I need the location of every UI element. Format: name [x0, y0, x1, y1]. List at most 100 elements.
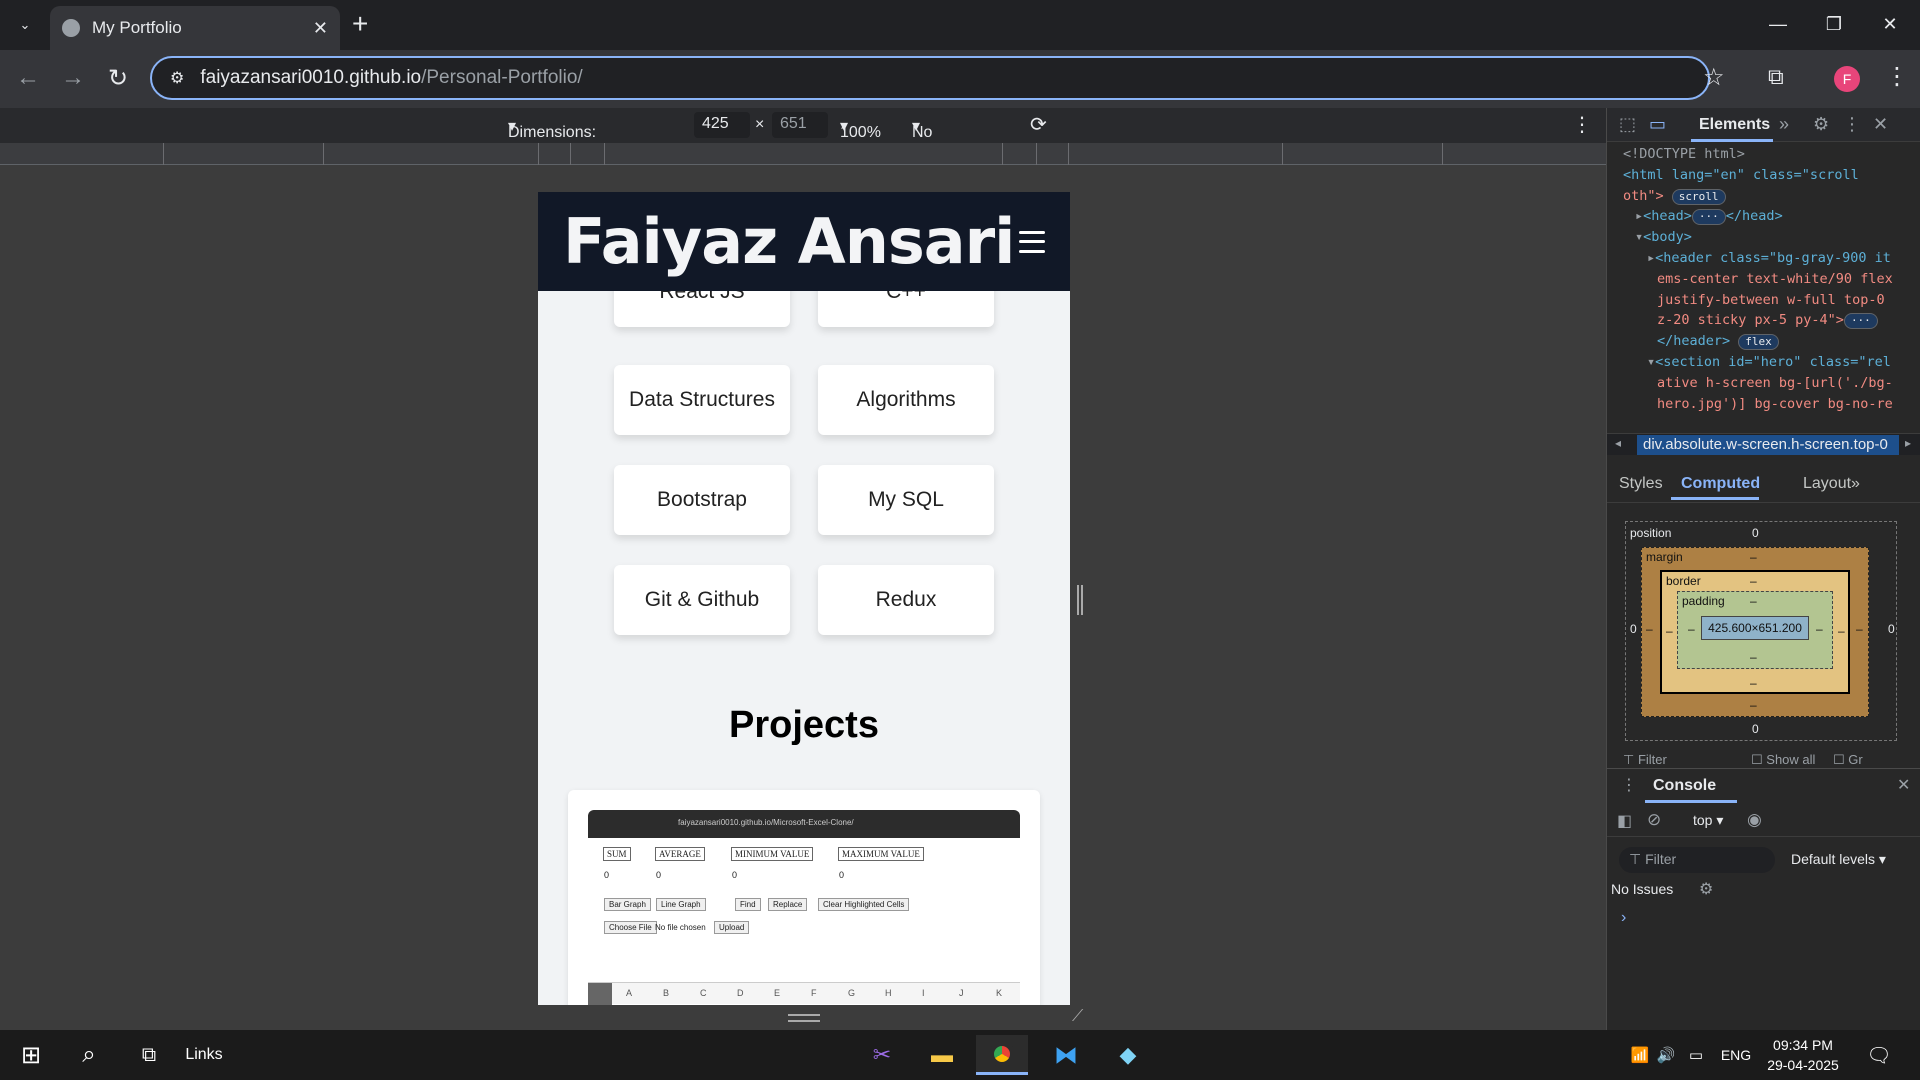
drawer-menu-icon[interactable]: ⋮	[1621, 775, 1637, 795]
live-expression-eye-icon[interactable]: ◉	[1747, 810, 1762, 830]
tab-elements[interactable]: Elements	[1699, 116, 1770, 134]
console-settings-gear-icon[interactable]: ⚙	[1699, 879, 1713, 899]
profile-avatar[interactable]: F	[1834, 66, 1860, 92]
browser-menu-icon[interactable]: ⋮	[1885, 62, 1909, 91]
flex-badge[interactable]: flex	[1738, 334, 1779, 351]
project-screenshot[interactable]: faiyazansari0010.github.io/Microsoft-Exc…	[588, 810, 1020, 1005]
context-dropdown[interactable]: top ▾	[1693, 812, 1723, 829]
clear-highlight-button: Clear Highlighted Cells	[818, 898, 910, 911]
dom-html-cont[interactable]: oth"> scroll	[1623, 186, 1920, 207]
network-icon[interactable]: 📶	[1628, 1040, 1652, 1070]
battery-icon[interactable]: ▭	[1684, 1040, 1708, 1070]
close-tab-icon[interactable]: ✕	[313, 18, 328, 39]
volume-icon[interactable]: 🔊	[1654, 1040, 1678, 1070]
settings-gear-icon[interactable]: ⚙	[1813, 114, 1829, 135]
tab-layout[interactable]: Layout	[1803, 475, 1851, 493]
close-drawer-icon[interactable]: ✕	[1897, 775, 1910, 795]
tab-search-button[interactable]: ⌄	[10, 12, 40, 38]
dom-section[interactable]: ▾<section id="hero" class="rel	[1623, 352, 1920, 373]
issues-count[interactable]: No Issues	[1611, 881, 1673, 897]
ellipsis-badge[interactable]: ···	[1843, 313, 1878, 330]
viewport-height-handle[interactable]	[788, 1014, 820, 1022]
column-label: K	[996, 988, 1003, 998]
console-filter-placeholder: Filter	[1645, 851, 1677, 867]
console-drawer: ⋮ Console ✕ ◧ ⊘ top ▾ ◉ ⊤ Filter Default…	[1607, 768, 1920, 1030]
content-size[interactable]: 425.600×651.200	[1701, 616, 1809, 640]
height-input[interactable]: 651	[772, 112, 828, 138]
project-card[interactable]: faiyazansari0010.github.io/Microsoft-Exc…	[568, 790, 1040, 1005]
vscode-icon[interactable]: ⧓	[1048, 1040, 1084, 1070]
dom-tree[interactable]: <!DOCTYPE html> <html lang="en" class="s…	[1607, 144, 1920, 434]
new-tab-button[interactable]: +	[352, 10, 368, 38]
crumb-right-icon[interactable]: ▸	[1905, 436, 1911, 450]
skill-card: Git & Github	[614, 565, 790, 635]
viewport-resize-handle[interactable]	[1077, 585, 1083, 615]
group-checkbox[interactable]: ☐ Gr	[1833, 752, 1863, 764]
crumb-left-icon[interactable]: ◂	[1615, 436, 1621, 450]
console-prompt[interactable]: ›	[1621, 909, 1626, 927]
throttling-dropdown[interactable]: No throttling ▾	[912, 116, 973, 159]
close-devtools-icon[interactable]: ✕	[1873, 114, 1888, 135]
more-subtabs-icon[interactable]: »	[1851, 475, 1860, 493]
close-window-button[interactable]: ✕	[1862, 8, 1918, 40]
dimensions-dropdown[interactable]: Dimensions: Responsive ▾	[508, 116, 596, 159]
site-info-icon[interactable]: ⚙	[170, 68, 184, 88]
dom-html[interactable]: <html lang="en" class="scroll	[1623, 165, 1920, 186]
task-view-icon[interactable]: ⧉	[132, 1040, 166, 1070]
device-toggle-icon[interactable]: ▭	[1649, 114, 1666, 135]
sidebar-toggle-icon[interactable]: ◧	[1617, 811, 1632, 831]
dom-header-l3: justify-between w-full top-0	[1657, 291, 1885, 308]
bookmark-star-icon[interactable]: ☆	[1703, 63, 1725, 92]
media-query-ruler[interactable]	[0, 143, 1606, 165]
breadcrumb-selected[interactable]: div.absolute.w-screen.h-screen.top-0	[1637, 435, 1899, 455]
dom-header[interactable]: ▸<header class="bg-gray-900 it	[1623, 248, 1920, 269]
dom-doctype[interactable]: <!DOCTYPE html>	[1623, 144, 1920, 165]
hamburger-menu-icon[interactable]	[1019, 230, 1045, 253]
column-label: H	[885, 988, 892, 998]
reload-button[interactable]: ↻	[100, 60, 136, 96]
system-clock[interactable]: 09:34 PM 29-04-2025	[1760, 1035, 1846, 1075]
browser-tab[interactable]: My Portfolio ✕	[50, 6, 340, 50]
devtools-menu-icon[interactable]: ⋮	[1843, 114, 1861, 135]
clear-console-icon[interactable]: ⊘	[1647, 810, 1661, 830]
extensions-icon[interactable]: ⧉	[1768, 64, 1784, 90]
column-label: C	[700, 988, 707, 998]
dom-head[interactable]: ▸<head> ··· </head>	[1623, 206, 1920, 227]
inspect-element-icon[interactable]: ⬚	[1619, 114, 1636, 135]
site-logo[interactable]: Faiyaz Ansari	[563, 205, 1015, 278]
width-input[interactable]: 425	[694, 112, 750, 138]
tab-styles[interactable]: Styles	[1619, 475, 1663, 493]
more-tabs-icon[interactable]: »	[1779, 114, 1789, 135]
search-icon[interactable]: ⌕	[72, 1040, 106, 1070]
border-box: border – – – – padding – – – – 425.600×6…	[1660, 570, 1850, 694]
address-bar[interactable]: ⚙ faiyazansari0010.github.io/Personal-Po…	[150, 56, 1710, 100]
console-filter-input[interactable]: ⊤ Filter	[1619, 847, 1775, 873]
show-all-checkbox[interactable]: ☐ Show all	[1751, 752, 1815, 764]
ellipsis-badge[interactable]: ···	[1691, 209, 1726, 226]
language-indicator[interactable]: ENG	[1718, 1040, 1754, 1070]
corner-resize-icon[interactable]: ⟋	[1072, 1008, 1083, 1026]
notifications-icon[interactable]: 🗨	[1862, 1040, 1896, 1070]
log-levels-dropdown[interactable]: Default levels ▾	[1791, 851, 1886, 868]
scroll-badge[interactable]: scroll	[1671, 188, 1726, 205]
file-explorer-icon[interactable]: ▬	[924, 1040, 960, 1070]
notes-app-icon[interactable]: ◆	[1110, 1040, 1146, 1070]
margin-right: –	[1856, 622, 1863, 636]
start-windows-icon[interactable]: ⊞	[14, 1040, 48, 1070]
position-bottom: 0	[1752, 722, 1759, 736]
zoom-dropdown[interactable]: 100% ▾	[840, 116, 881, 141]
restore-button[interactable]: ❐	[1806, 8, 1862, 40]
back-button[interactable]: ←	[10, 60, 46, 96]
rotate-icon[interactable]: ⟳	[1030, 112, 1047, 137]
snipping-tool-icon[interactable]: ✂	[864, 1040, 900, 1070]
console-tab[interactable]: Console	[1653, 777, 1716, 795]
computed-filter[interactable]: ⊤ Filter	[1623, 752, 1667, 764]
dom-header-l4: z-20 sticky px-5 py-4">	[1657, 312, 1844, 329]
device-more-icon[interactable]: ⋮	[1572, 112, 1592, 137]
links-toolbar[interactable]: Links	[182, 1040, 226, 1070]
forward-button[interactable]: →	[55, 60, 91, 96]
dom-body[interactable]: ▾<body>	[1623, 227, 1920, 248]
tab-computed[interactable]: Computed	[1681, 475, 1760, 493]
minimize-button[interactable]: —	[1750, 8, 1806, 40]
chrome-taskbar-icon[interactable]	[976, 1035, 1028, 1075]
